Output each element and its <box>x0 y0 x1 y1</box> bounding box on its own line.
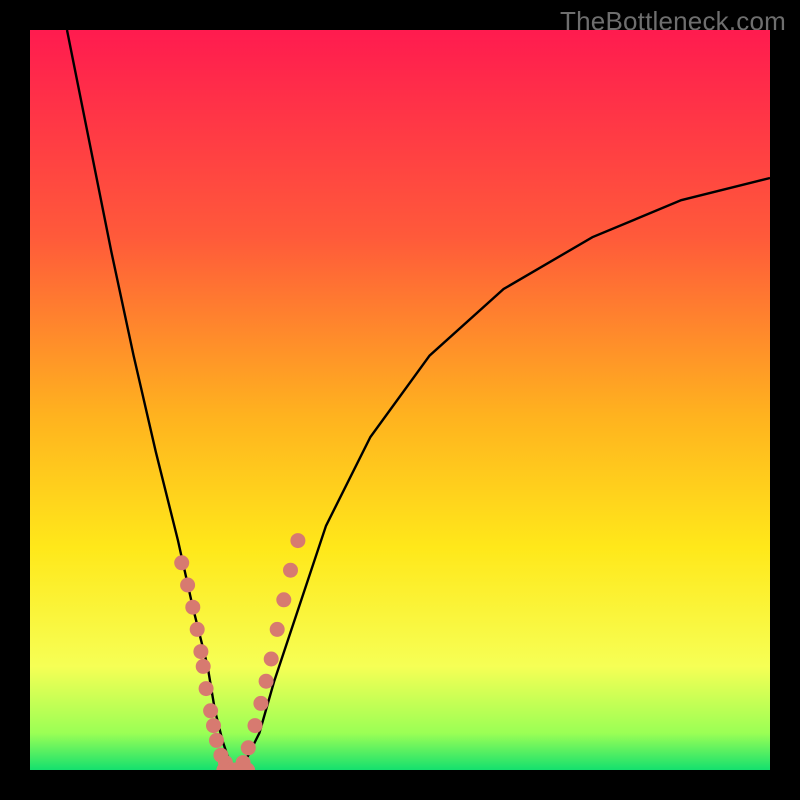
data-point-dot <box>264 652 279 667</box>
data-point-dot <box>209 733 224 748</box>
data-point-dot <box>199 681 214 696</box>
data-point-dot <box>196 659 211 674</box>
data-point-dot <box>203 703 218 718</box>
plot-area <box>30 30 770 770</box>
data-point-dot <box>283 563 298 578</box>
data-point-dot <box>270 622 285 637</box>
chart-frame: TheBottleneck.com <box>0 0 800 800</box>
data-point-dot <box>206 718 221 733</box>
data-point-dot <box>185 600 200 615</box>
data-point-dot <box>241 740 256 755</box>
data-point-dot <box>248 718 263 733</box>
bottleneck-chart <box>30 30 770 770</box>
data-point-dot <box>276 592 291 607</box>
data-point-dot <box>290 533 305 548</box>
data-point-dot <box>193 644 208 659</box>
data-point-dot <box>253 696 268 711</box>
data-point-dot <box>259 674 274 689</box>
data-point-dot <box>190 622 205 637</box>
data-point-dot <box>180 578 195 593</box>
gradient-background <box>30 30 770 770</box>
data-point-dot <box>174 555 189 570</box>
